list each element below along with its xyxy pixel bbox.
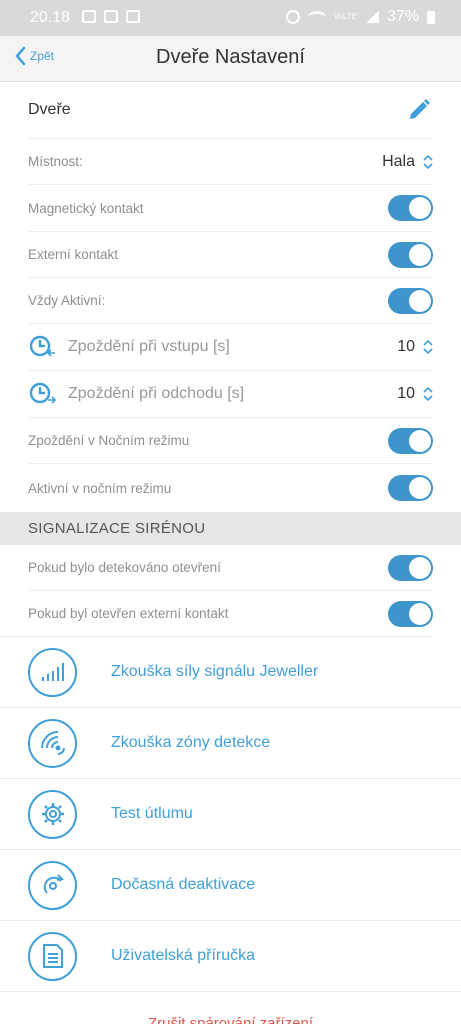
night-active-row: Aktivní v nočním režimu [28, 464, 433, 512]
zone-test-circle [28, 718, 77, 768]
night-delay-label: Zpoždění v Nočním režimu [28, 433, 190, 448]
entry-delay-label-group: Zpoždění při vstupu [s] [28, 334, 230, 360]
exit-delay-value: 10 [397, 385, 415, 402]
signal-test-action[interactable]: Zkouška síly signálu Jeweller [0, 637, 461, 708]
external-contact-row: Externí kontakt [28, 232, 433, 278]
signal-test-label: Zkouška síly signálu Jeweller [111, 663, 319, 680]
external-contact-label: Externí kontakt [28, 247, 119, 262]
user-manual-action[interactable]: Uživatelská příručka [0, 921, 461, 992]
magnetic-contact-toggle[interactable] [388, 195, 433, 221]
device-name: Dveře [28, 101, 71, 118]
chevron-updown-icon [423, 339, 433, 355]
unpair-device-button[interactable]: Zrušit spárování zařízení [0, 1015, 461, 1024]
night-delay-toggle[interactable] [388, 427, 433, 454]
entry-delay-value: 10 [397, 338, 415, 355]
always-active-toggle[interactable] [388, 287, 433, 314]
zone-test-label: Zkouška zóny detekce [111, 734, 271, 751]
notification-icons [82, 10, 140, 23]
status-bar: 20.18 VoLTE 37% [0, 0, 461, 36]
attenuation-test-circle [28, 789, 77, 839]
exit-delay-row[interactable]: Zpoždění při odchodu [s] 10 [28, 371, 433, 418]
chevron-updown-icon [423, 154, 433, 169]
wifi-icon [307, 11, 326, 23]
always-active-label: Vždy Aktivní: [28, 293, 106, 308]
room-value: Hala [382, 152, 415, 170]
battery-percent: 37% [386, 8, 419, 25]
user-manual-label: Uživatelská příručka [111, 947, 256, 964]
device-name-row[interactable]: Dveře [28, 82, 433, 139]
mute-icon [285, 10, 300, 24]
night-delay-row: Zpoždění v Nočním režimu [28, 418, 433, 464]
room-row[interactable]: Místnost: Hala [28, 139, 433, 185]
timer-exit-icon [29, 382, 57, 404]
signal-test-circle [28, 647, 77, 697]
room-select[interactable]: Hala [382, 153, 433, 171]
temp-deactivation-action[interactable]: Dočasná deaktivace [0, 850, 461, 921]
open-detected-toggle[interactable] [388, 554, 433, 581]
notification-icon [82, 10, 96, 23]
attenuation-test-label: Test útlumu [111, 805, 193, 822]
entry-delay-select[interactable]: 10 [397, 338, 433, 356]
user-manual-circle [28, 931, 77, 981]
entry-delay-row[interactable]: Zpoždění při vstupu [s] 10 [28, 324, 433, 371]
temp-deactivation-label: Dočasná deaktivace [111, 876, 256, 893]
night-active-toggle[interactable] [388, 475, 433, 501]
exit-delay-label: Zpoždění při odchodu [s] [68, 385, 245, 402]
exit-delay-label-group: Zpoždění při odchodu [s] [28, 381, 244, 407]
magnetic-contact-row: Magnetický kontakt [28, 185, 433, 232]
signal-icon [364, 11, 379, 23]
deactivation-icon [43, 874, 64, 894]
external-open-row: Pokud byl otevřen externí kontakt [0, 591, 433, 637]
zone-waves-icon [40, 731, 65, 755]
timer-enter-icon [29, 335, 55, 357]
magnetic-contact-label: Magnetický kontakt [28, 200, 144, 216]
room-label: Místnost: [28, 154, 83, 169]
open-detected-label: Pokud bylo detekováno otevření [28, 560, 221, 575]
entry-delay-label: Zpoždění při vstupu [s] [68, 338, 230, 355]
external-open-toggle[interactable] [388, 600, 433, 627]
signal-bars-icon [41, 663, 64, 681]
page-title: Dveře Nastavení [156, 46, 305, 68]
zone-test-action[interactable]: Zkouška zóny detekce [0, 708, 461, 779]
status-time: 20.18 [30, 9, 71, 26]
attenuation-test-action[interactable]: Test útlumu [0, 779, 461, 850]
night-active-label: Aktivní v nočním režimu [28, 480, 172, 496]
manual-icon [42, 944, 63, 968]
external-open-label: Pokud byl otevřen externí kontakt [28, 606, 229, 621]
open-detected-row: Pokud bylo detekováno otevření [28, 545, 433, 591]
volte-indicator: VoLTE [333, 12, 357, 21]
exit-delay-select[interactable]: 10 [397, 385, 433, 403]
pencil-icon[interactable] [407, 98, 431, 122]
temp-deactivation-circle [28, 860, 77, 910]
gear-icon [41, 803, 64, 825]
battery-icon [427, 10, 435, 24]
external-contact-toggle[interactable] [388, 241, 433, 268]
chevron-updown-icon [423, 386, 433, 402]
siren-section-header: SIGNALIZACE SIRÉNOU [0, 512, 461, 545]
notification-icon [104, 10, 118, 23]
image-icon [126, 10, 140, 23]
status-right: VoLTE 37% [285, 8, 435, 26]
always-active-row: Vždy Aktivní: [28, 278, 433, 324]
nav-bar: Zpět Dveře Nastavení [0, 36, 461, 82]
